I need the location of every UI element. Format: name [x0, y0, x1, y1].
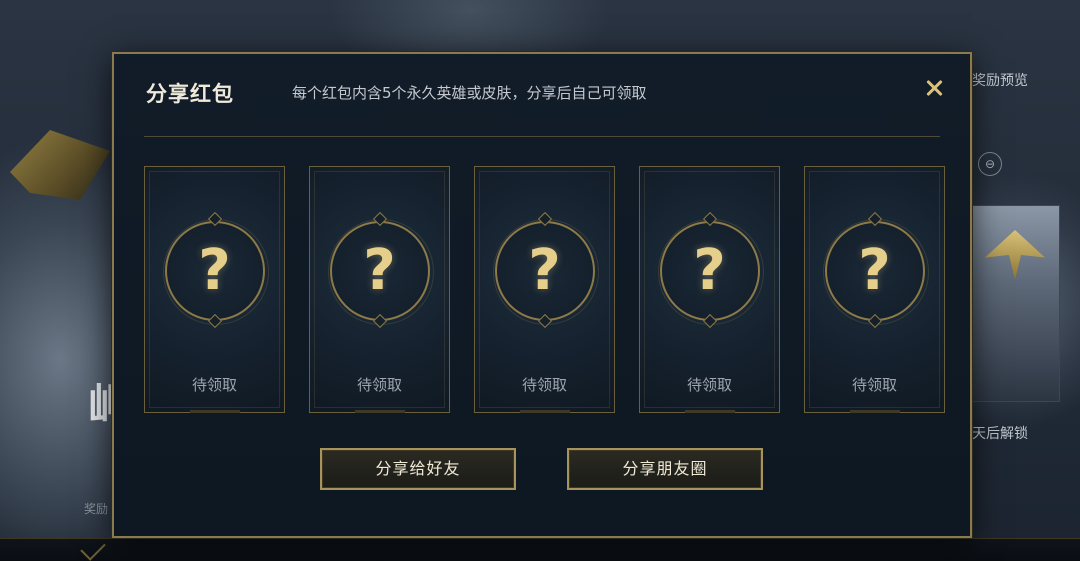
card-status-label: 待领取 [356, 376, 402, 394]
red-packet-card[interactable]: ? 待领取 [639, 166, 780, 413]
background-small-text: 奖励 [84, 502, 109, 516]
unlock-countdown-label: 天后解锁 [972, 426, 1028, 442]
question-mark-icon: ? [693, 238, 726, 303]
card-status-label: 待领取 [686, 376, 732, 394]
modal-subtitle: 每个红包内含5个永久英雄或皮肤，分享后自己可领取 [292, 84, 647, 102]
card-status-label: 待领取 [191, 376, 237, 394]
red-packet-card[interactable]: ? 待领取 [144, 166, 285, 413]
card-status-label: 待领取 [521, 376, 567, 394]
question-mark-icon: ? [198, 238, 231, 303]
card-status-label: 待领取 [851, 376, 897, 394]
share-to-moments-button[interactable]: 分享朋友圈 [567, 448, 763, 490]
modal-title: 分享红包 [146, 82, 234, 106]
question-mark-icon: ? [858, 238, 891, 303]
reward-preview-title: 奖励预览 [972, 73, 1028, 89]
header-divider [144, 136, 940, 137]
share-red-packet-modal: 分享红包 每个红包内含5个永久英雄或皮肤，分享后自己可领取 ? 待领取 ? 待领… [112, 52, 972, 538]
question-mark-icon: ? [528, 238, 561, 303]
share-to-friend-button[interactable]: 分享给好友 [320, 448, 516, 490]
bottom-bar [0, 538, 1080, 561]
red-packet-card[interactable]: ? 待领取 [804, 166, 945, 413]
red-packet-card[interactable]: ? 待领取 [309, 166, 450, 413]
red-packet-card[interactable]: ? 待领取 [474, 166, 615, 413]
lock-icon: ⊖ [978, 152, 1002, 176]
close-icon[interactable] [922, 76, 946, 100]
question-mark-icon: ? [363, 238, 396, 303]
